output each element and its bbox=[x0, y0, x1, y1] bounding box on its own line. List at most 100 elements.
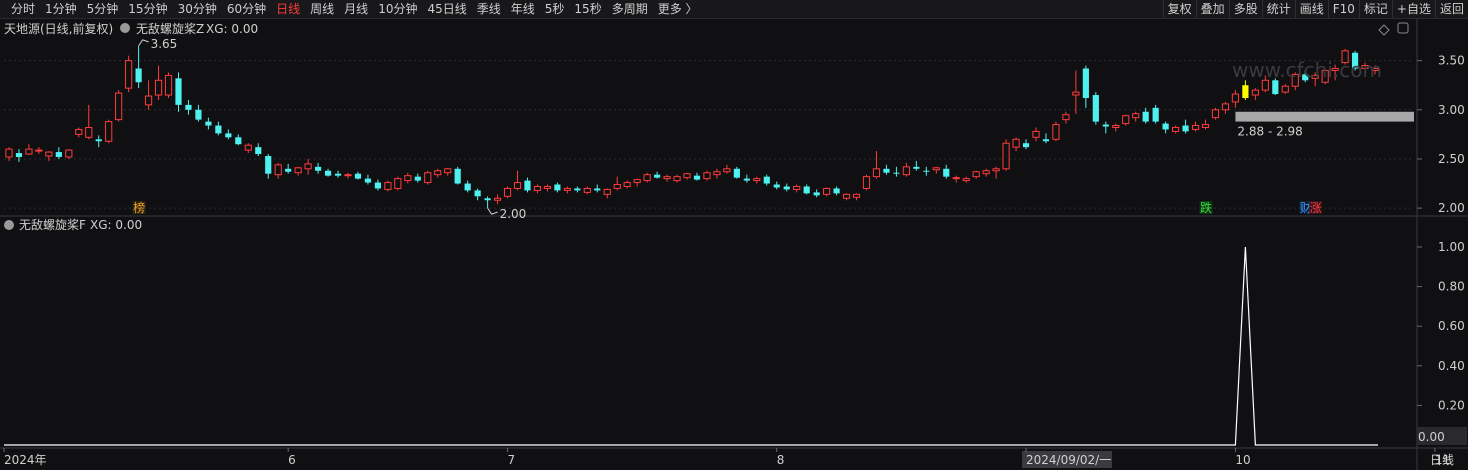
period-tab[interactable]: 30分钟 bbox=[173, 0, 222, 18]
candle-body bbox=[574, 188, 581, 191]
candle-body bbox=[1032, 130, 1040, 138]
candle-body bbox=[25, 148, 33, 155]
period-indicator: 日线 bbox=[1430, 453, 1454, 467]
toolbar-button[interactable]: 返回 bbox=[1434, 0, 1468, 18]
toolbar-button[interactable]: +自选 bbox=[1391, 0, 1435, 18]
candle-body bbox=[823, 187, 831, 195]
candle-body bbox=[205, 121, 212, 126]
candle-body bbox=[1112, 125, 1120, 128]
candle-body bbox=[972, 171, 980, 178]
candle-body bbox=[833, 188, 840, 194]
period-tab[interactable]: 15秒 bbox=[569, 0, 606, 18]
sub-indicator-toggle-icon[interactable] bbox=[4, 220, 14, 230]
candle-body bbox=[852, 193, 861, 198]
candle-body bbox=[45, 151, 53, 157]
toolbar-button[interactable]: F10 bbox=[1327, 0, 1359, 18]
candle-body bbox=[35, 149, 43, 152]
candle-body bbox=[763, 176, 770, 184]
indicator-toggle-icon[interactable] bbox=[120, 23, 130, 33]
toolbar-button[interactable]: 统计 bbox=[1261, 0, 1295, 18]
x-axis-label: 7 bbox=[508, 453, 516, 467]
candle-body bbox=[783, 186, 790, 190]
candle-body bbox=[753, 178, 761, 182]
period-tab[interactable]: 60分钟 bbox=[222, 0, 271, 18]
candle-body bbox=[15, 153, 23, 157]
candle-body bbox=[1182, 125, 1189, 132]
period-tabs: 分时 1分钟 5分钟 15分钟 30分钟 60分钟 日线 周线 月线 10分钟 45日线 季线 年线 5秒… bbox=[6, 0, 703, 18]
candle-body bbox=[105, 121, 113, 142]
period-tab[interactable]: 45日线 bbox=[422, 0, 471, 18]
sub-y-tick-label: 0.60 bbox=[1438, 319, 1465, 333]
candle-body bbox=[1102, 124, 1109, 127]
candle-body bbox=[215, 125, 222, 134]
sub-y-tick-label: 1.00 bbox=[1438, 240, 1465, 254]
x-axis-label: 8 bbox=[777, 453, 785, 467]
candle-body bbox=[1142, 111, 1149, 122]
candle-body bbox=[1012, 138, 1020, 148]
candle-body bbox=[164, 74, 173, 96]
candle-body bbox=[434, 170, 442, 176]
period-tab[interactable]: 5分钟 bbox=[82, 0, 124, 18]
candle-body bbox=[394, 178, 402, 189]
low-label: 2.00 bbox=[500, 207, 527, 221]
sub-current-value: 0.00 bbox=[1418, 430, 1445, 444]
candle-body bbox=[1211, 109, 1220, 119]
x-axis-label: 2024年 bbox=[4, 453, 47, 467]
candle-body bbox=[185, 104, 192, 110]
candle-body bbox=[265, 156, 272, 174]
toolbar-button[interactable]: 叠加 bbox=[1195, 0, 1229, 18]
candle-body bbox=[643, 174, 651, 182]
period-tab[interactable]: 分时 bbox=[6, 0, 40, 18]
period-tab[interactable]: 季线 bbox=[472, 0, 506, 18]
candle-body bbox=[693, 175, 701, 180]
candle-body bbox=[992, 168, 1000, 172]
period-tab[interactable]: 周线 bbox=[305, 0, 339, 18]
event-badge: 榜 bbox=[133, 200, 145, 215]
candle-body bbox=[1002, 142, 1010, 170]
candle-body bbox=[633, 179, 641, 184]
candle-body bbox=[454, 168, 461, 184]
period-tab[interactable]: 日线 bbox=[271, 0, 305, 18]
candle-body bbox=[65, 149, 73, 158]
candle-body bbox=[255, 147, 262, 155]
candle-body bbox=[324, 170, 332, 176]
candle-body bbox=[1221, 103, 1230, 111]
toolbar: 分时 1分钟 5分钟 15分钟 30分钟 60分钟 日线 周线 月线 10分钟 45日线 季线 年线 5秒… bbox=[0, 0, 1468, 19]
period-tab[interactable]: 5秒 bbox=[540, 0, 570, 18]
period-tab[interactable]: 更多 〉 bbox=[653, 0, 703, 18]
candle-body bbox=[344, 174, 352, 177]
toolbar-button[interactable]: 标记 bbox=[1358, 0, 1392, 18]
candle-body bbox=[872, 168, 881, 178]
kline-chart[interactable]: 3.50 3.00 2.50 2.00 1.00 0.80 0.60 0.40 0.20 0.00… bbox=[0, 19, 1468, 470]
candle-body bbox=[364, 178, 372, 183]
candle-body bbox=[55, 152, 62, 157]
candle-body bbox=[225, 133, 232, 138]
period-tab[interactable]: 月线 bbox=[339, 0, 373, 18]
candle-body bbox=[493, 197, 502, 201]
candle-body bbox=[354, 173, 362, 179]
candle-body bbox=[902, 166, 910, 176]
candle-body bbox=[135, 68, 142, 83]
candle-body bbox=[115, 92, 123, 121]
period-tab[interactable]: 年线 bbox=[506, 0, 540, 18]
toolbar-button[interactable]: 复权 bbox=[1162, 0, 1196, 18]
candle-body bbox=[5, 148, 13, 158]
toolbar-button[interactable]: 画线 bbox=[1294, 0, 1328, 18]
candle-body bbox=[733, 168, 740, 178]
price-zone-band bbox=[1235, 111, 1414, 122]
period-tab[interactable]: 多周期 bbox=[607, 0, 653, 18]
candle-body bbox=[1201, 124, 1210, 128]
period-tab[interactable]: 15分钟 bbox=[123, 0, 172, 18]
period-tab[interactable]: 10分钟 bbox=[373, 0, 422, 18]
main-indicator-value: XG: 0.00 bbox=[206, 22, 258, 36]
candle-body bbox=[1082, 68, 1089, 98]
candle-body bbox=[803, 186, 810, 194]
candle-body bbox=[285, 168, 292, 172]
candle-body bbox=[713, 171, 721, 176]
candle-body bbox=[932, 167, 940, 171]
candle-body bbox=[235, 137, 242, 145]
candle-body bbox=[563, 187, 571, 191]
toolbar-button[interactable]: 多股 bbox=[1228, 0, 1262, 18]
candle-body bbox=[663, 176, 671, 180]
period-tab[interactable]: 1分钟 bbox=[40, 0, 82, 18]
